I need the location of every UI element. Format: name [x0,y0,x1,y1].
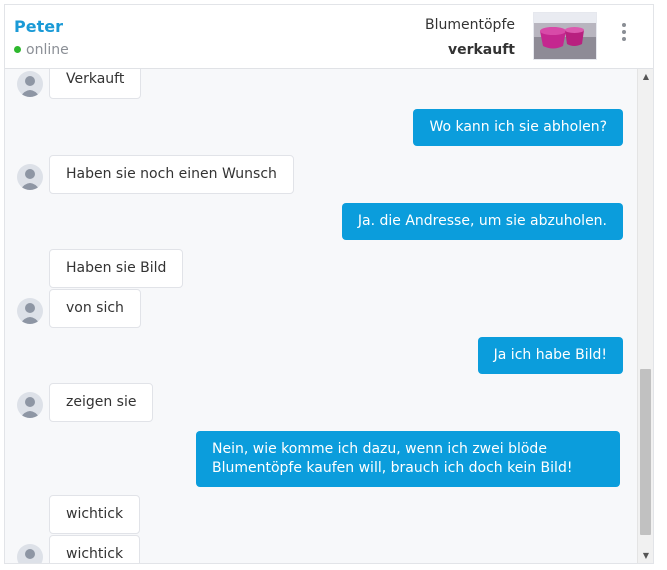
contact-status: online [14,42,69,58]
message-outgoing: Nein, wie komme ich dazu, wenn ich zwei … [196,431,620,487]
message-incoming: zeigen sie [49,383,154,422]
product-title[interactable]: Blumentöpfe [425,17,515,33]
message-incoming: wichtick [49,535,141,563]
message-incoming: Haben sie Bild [49,249,184,288]
user-silhouette-icon [17,71,43,97]
message-incoming: von sich [49,289,141,328]
more-options-button[interactable] [617,19,631,45]
triangle-up-icon[interactable]: ▲ [638,69,653,85]
message-outgoing: Ja ich habe Bild! [477,337,623,374]
chat-header: Peter online Blumentöpfe verkauft [5,5,653,69]
online-indicator-icon [14,46,21,53]
chat-window: Peter online Blumentöpfe verkauft Verkau… [4,4,654,564]
user-silhouette-icon [17,164,43,190]
message-incoming: Haben sie noch einen Wunsch [49,155,294,194]
message-incoming: Verkauft [49,69,142,99]
contact-name[interactable]: Peter [14,17,63,36]
user-silhouette-icon [17,392,43,418]
message-incoming: wichtick [49,495,141,534]
status-text: online [26,42,69,58]
vertical-dots-icon [622,23,626,27]
message-outgoing: Ja. die Andresse, um sie abzuholen. [341,203,623,240]
message-list[interactable]: Verkauft Wo kann ich sie abholen? Haben … [5,69,637,563]
scrollbar-thumb[interactable] [640,369,651,535]
product-state: verkauft [447,42,515,58]
triangle-down-icon[interactable]: ▼ [638,548,653,563]
product-thumbnail[interactable] [533,12,597,60]
message-outgoing: Wo kann ich sie abholen? [413,109,623,146]
vertical-scrollbar[interactable]: ▲ ▼ [637,69,653,563]
user-silhouette-icon [17,298,43,324]
user-silhouette-icon [17,544,43,563]
flower-pots-image [534,13,596,59]
